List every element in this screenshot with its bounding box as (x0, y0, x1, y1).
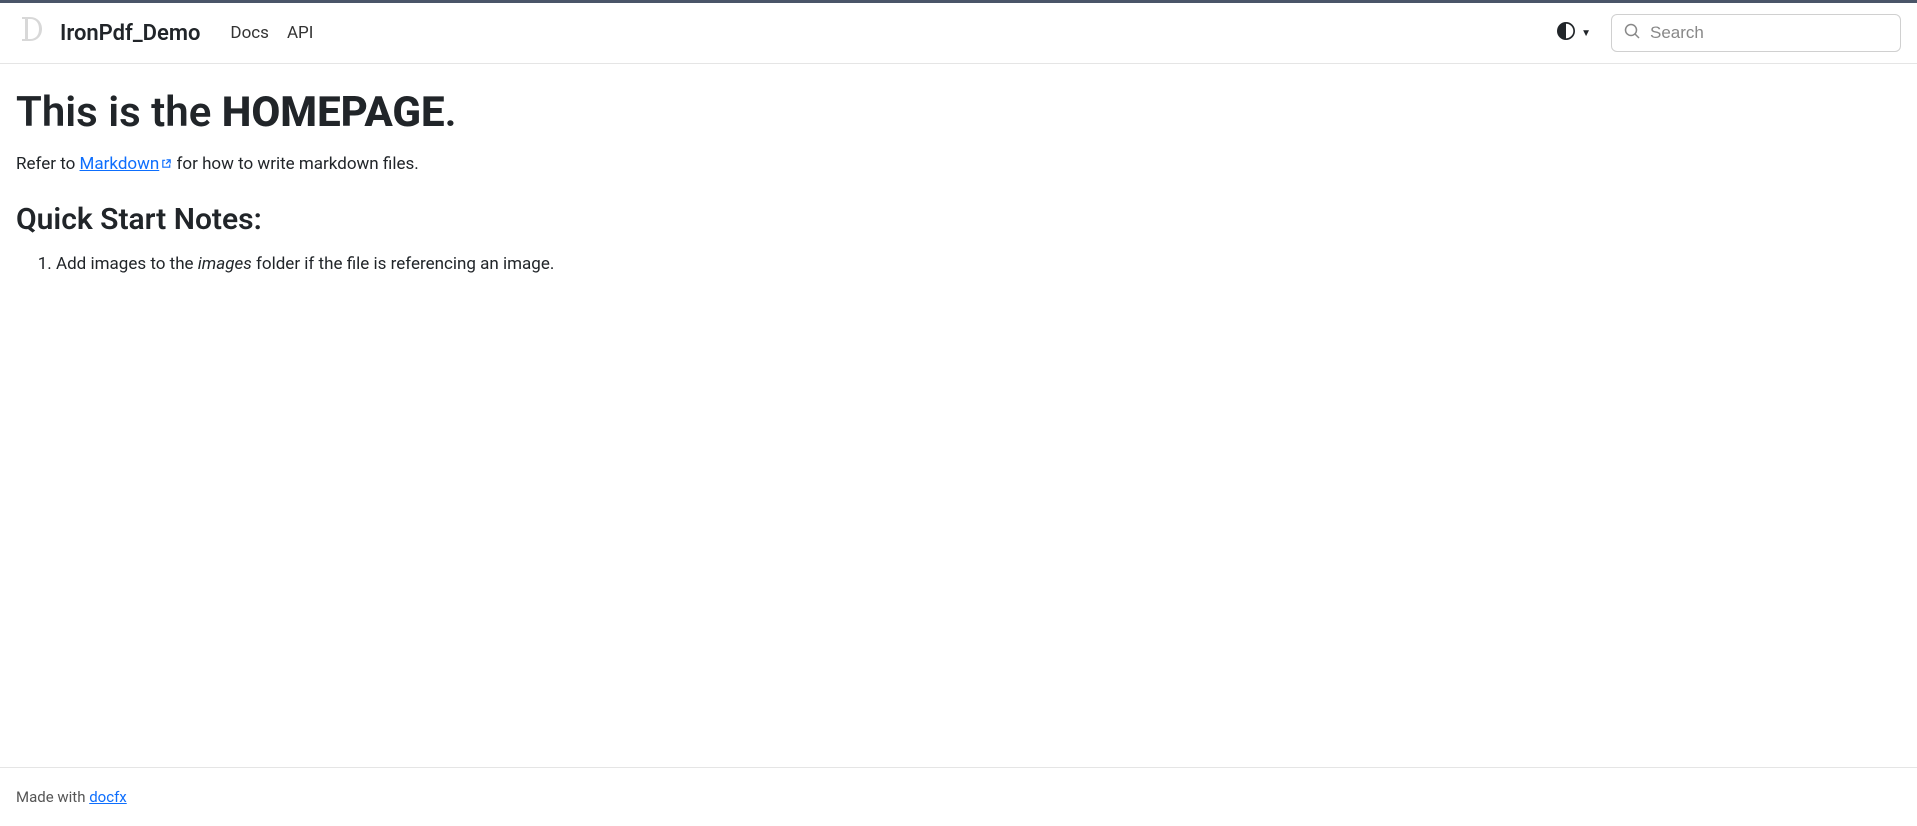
page-title: This is the HOMEPAGE. (16, 88, 1901, 138)
h1-prefix: This is the (16, 88, 222, 137)
nav-right-group: ▼ (1553, 14, 1901, 52)
list-item-prefix: Add images to the (56, 254, 198, 274)
footer-prefix: Made with (16, 788, 89, 806)
search-icon (1624, 23, 1640, 43)
main-content: This is the HOMEPAGE. Refer to Markdown … (0, 64, 1917, 767)
list-item-suffix: folder if the file is referencing an ima… (252, 254, 555, 274)
intro-suffix: for how to write markdown files. (172, 154, 418, 174)
brand-link[interactable]: IronPdf_Demo (16, 13, 200, 53)
intro-prefix: Refer to (16, 154, 80, 174)
quick-start-heading: Quick Start Notes: (16, 202, 1901, 237)
nav-links: Docs API (230, 23, 313, 43)
markdown-link[interactable]: Markdown (80, 154, 173, 174)
intro-paragraph: Refer to Markdown for how to write markd… (16, 154, 1901, 174)
list-item: Add images to the images folder if the f… (56, 251, 1901, 278)
main-navbar: IronPdf_Demo Docs API ▼ (0, 3, 1917, 64)
h1-suffix: . (445, 88, 457, 137)
theme-toggle[interactable]: ▼ (1553, 18, 1595, 48)
logo-icon (16, 13, 48, 53)
quick-start-list: Add images to the images folder if the f… (16, 251, 1901, 278)
brand-text: IronPdf_Demo (60, 21, 200, 46)
nav-link-api[interactable]: API (287, 23, 313, 43)
docfx-link[interactable]: docfx (89, 788, 127, 806)
search-box[interactable] (1611, 14, 1901, 52)
caret-down-icon: ▼ (1581, 28, 1591, 39)
search-input[interactable] (1650, 23, 1888, 43)
list-item-italic: images (198, 254, 252, 274)
nav-left-group: IronPdf_Demo Docs API (16, 13, 1541, 53)
h1-bold: HOMEPAGE (222, 88, 445, 137)
nav-link-docs[interactable]: Docs (230, 23, 269, 43)
external-link-icon (161, 154, 172, 174)
theme-contrast-icon (1557, 22, 1575, 44)
page-footer: Made with docfx (0, 767, 1917, 826)
